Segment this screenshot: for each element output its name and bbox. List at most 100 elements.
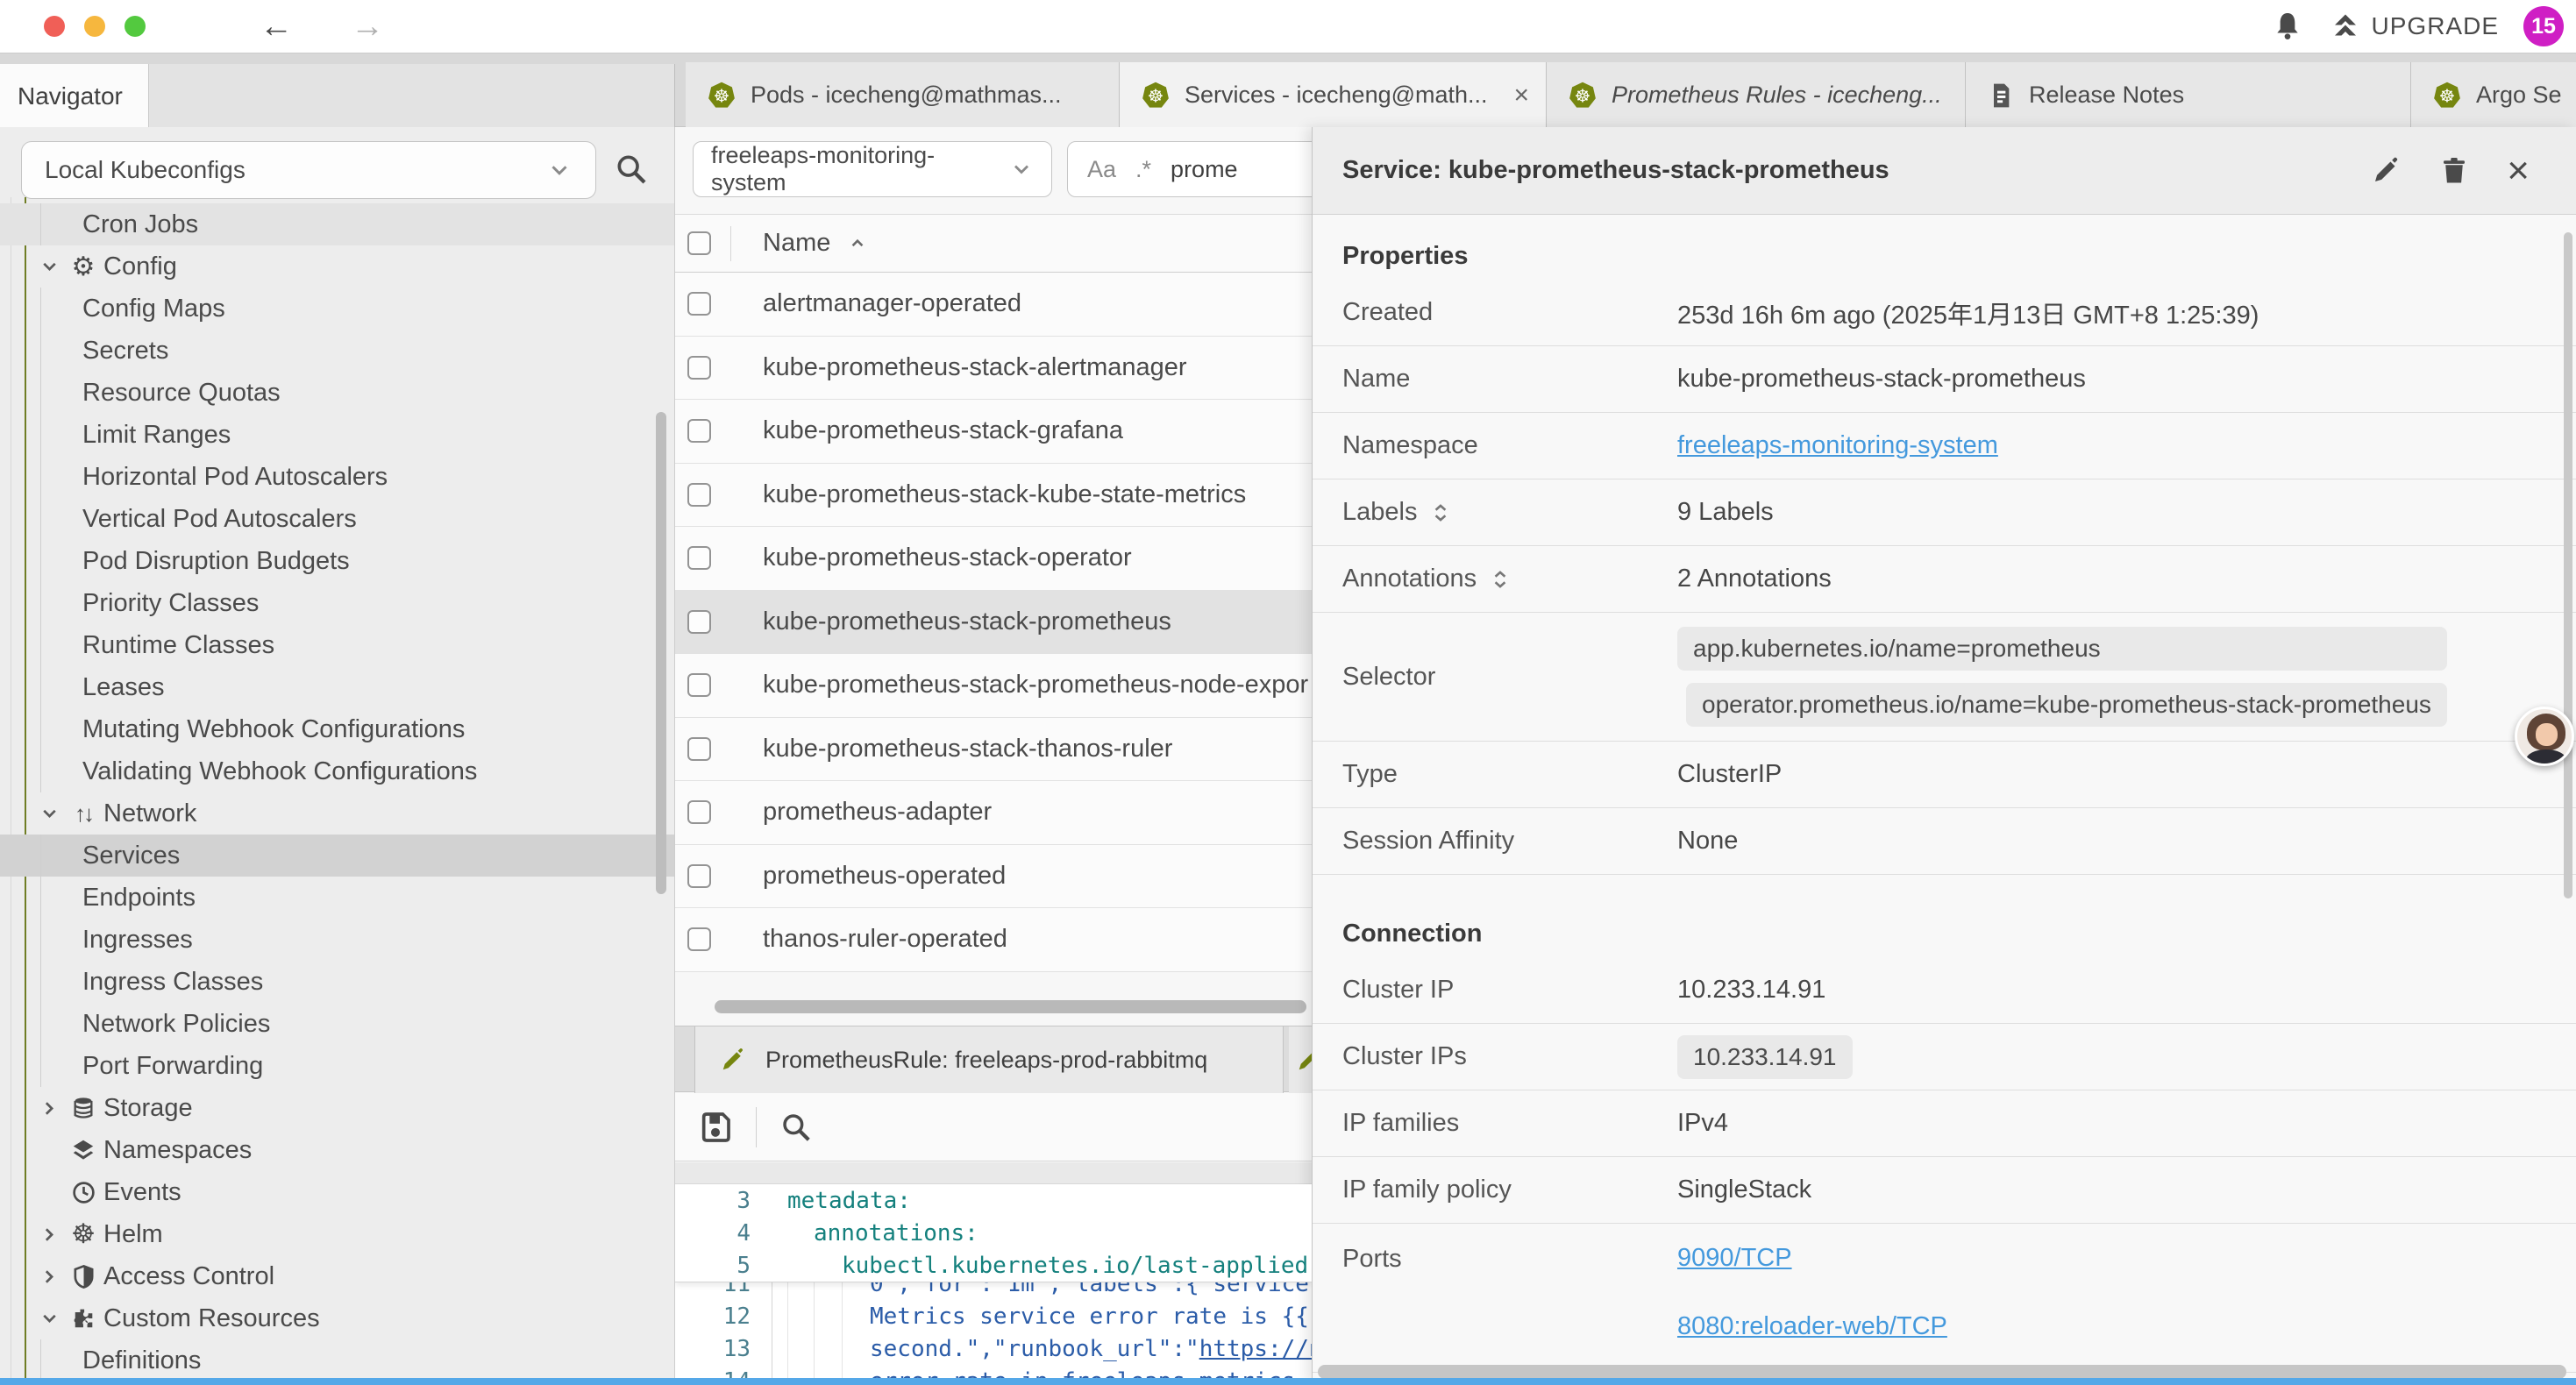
detail-value: IPv4	[1677, 1109, 1728, 1138]
sidebar-item-cron-jobs[interactable]: Cron Jobs	[0, 203, 675, 245]
editor-tab-partial[interactable]	[1289, 1026, 1312, 1093]
sidebar-item-resource-quotas[interactable]: Resource Quotas	[0, 372, 675, 414]
table-row-kube-prometheus-stack-prometheus[interactable]: kube-prometheus-stack-prometheus	[675, 591, 1312, 655]
row-checkbox[interactable]	[687, 927, 711, 951]
bell-icon[interactable]	[2270, 9, 2305, 44]
forward-arrow-icon[interactable]: →	[351, 5, 384, 47]
table-row-kube-prometheus-stack-kube-state-metrics[interactable]: kube-prometheus-stack-kube-state-metrics	[675, 464, 1312, 528]
table-horizontal-scrollbar[interactable]	[715, 1000, 1306, 1013]
table-search-input[interactable]: Aa .* prome	[1067, 141, 1312, 197]
table-row-kube-prometheus-stack-prometheus-node-expor[interactable]: kube-prometheus-stack-prometheus-node-ex…	[675, 654, 1312, 718]
sidebar-item-access-control[interactable]: Access Control	[0, 1255, 675, 1297]
document-tab-4[interactable]: Release Notes	[1966, 62, 2411, 128]
kubeconfig-select[interactable]: Local Kubeconfigs	[21, 141, 596, 199]
row-checkbox[interactable]	[687, 483, 711, 507]
row-checkbox[interactable]	[687, 356, 711, 380]
table-row-kube-prometheus-stack-thanos-ruler[interactable]: kube-prometheus-stack-thanos-ruler	[675, 718, 1312, 782]
table-row-alertmanager-operated[interactable]: alertmanager-operated	[675, 273, 1312, 337]
sidebar-item-config-maps[interactable]: Config Maps	[0, 288, 675, 330]
document-tab-3[interactable]: ☸Prometheus Rules - icecheng...	[1547, 62, 1966, 128]
assistant-avatar[interactable]	[2515, 707, 2574, 766]
expander-icon[interactable]	[1489, 568, 1512, 591]
sidebar-item-validating-webhook-configurations[interactable]: Validating Webhook Configurations	[0, 750, 675, 792]
tree-item-label: Endpoints	[82, 884, 196, 913]
sidebar-item-ingresses[interactable]: Ingresses	[0, 919, 675, 961]
sidebar-item-ingress-classes[interactable]: Ingress Classes	[0, 961, 675, 1003]
editor-tab-prometheusrule[interactable]: PrometheusRule: freeleaps-prod-rabbitmq	[694, 1026, 1284, 1093]
sidebar-item-definitions[interactable]: Definitions	[0, 1339, 675, 1381]
tab-close-icon[interactable]: ×	[1514, 81, 1530, 110]
back-arrow-icon[interactable]: ←	[260, 5, 293, 47]
row-checkbox[interactable]	[687, 419, 711, 443]
avatar-notification-badge[interactable]: 15	[2523, 6, 2564, 46]
row-checkbox[interactable]	[687, 800, 711, 824]
upgrade-button[interactable]: UPGRADE	[2330, 11, 2499, 42]
layers-icon	[70, 1137, 96, 1163]
port-row: 8080:reloader-web/TCPForward...	[1677, 1292, 2576, 1360]
regex-icon[interactable]: .*	[1135, 156, 1151, 183]
table-row-kube-prometheus-stack-grafana[interactable]: kube-prometheus-stack-grafana	[675, 400, 1312, 464]
service-name: kube-prometheus-stack-prometheus	[763, 607, 1171, 636]
sidebar-item-mutating-webhook-configurations[interactable]: Mutating Webhook Configurations	[0, 708, 675, 750]
resource-tree: Cron Jobs⚙ConfigConfig MapsSecretsResour…	[0, 203, 675, 1381]
expander-icon[interactable]	[1429, 501, 1452, 524]
row-checkbox[interactable]	[687, 292, 711, 316]
table-row-prometheus-operated[interactable]: prometheus-operated	[675, 845, 1312, 909]
document-tab-1[interactable]: ☸Pods - icecheng@mathmas...	[686, 62, 1120, 128]
namespace-select[interactable]: freeleaps-monitoring-system	[693, 141, 1052, 197]
row-checkbox[interactable]	[687, 673, 711, 697]
sidebar-item-services[interactable]: Services	[0, 835, 675, 877]
sidebar-item-horizontal-pod-autoscalers[interactable]: Horizontal Pod Autoscalers	[0, 456, 675, 498]
detail-vertical-scrollbar[interactable]	[2564, 232, 2572, 898]
sidebar-item-storage[interactable]: Storage	[0, 1087, 675, 1129]
row-checkbox[interactable]	[687, 546, 711, 570]
sidebar-item-endpoints[interactable]: Endpoints	[0, 877, 675, 919]
sidebar-scrollbar[interactable]	[656, 412, 666, 894]
toolbar-divider	[756, 1107, 757, 1147]
sidebar-item-pod-disruption-budgets[interactable]: Pod Disruption Budgets	[0, 540, 675, 582]
sidebar-item-namespaces[interactable]: Namespaces	[0, 1129, 675, 1171]
table-row-kube-prometheus-stack-alertmanager[interactable]: kube-prometheus-stack-alertmanager	[675, 337, 1312, 401]
table-row-prometheus-adapter[interactable]: prometheus-adapter	[675, 781, 1312, 845]
table-row-thanos-ruler-operated[interactable]: thanos-ruler-operated	[675, 908, 1312, 972]
sidebar-item-port-forwarding[interactable]: Port Forwarding	[0, 1045, 675, 1087]
column-header-name[interactable]: Name	[763, 229, 869, 258]
port-link[interactable]: 9090/TCP	[1677, 1244, 1792, 1273]
sidebar-item-runtime-classes[interactable]: Runtime Classes	[0, 624, 675, 666]
sidebar-item-helm[interactable]: ☸Helm	[0, 1213, 675, 1255]
delete-icon[interactable]	[2438, 155, 2470, 187]
sidebar-item-network[interactable]: ↑↓Network	[0, 792, 675, 835]
table-row-kube-prometheus-stack-operator[interactable]: kube-prometheus-stack-operator	[675, 527, 1312, 591]
sidebar-item-limit-ranges[interactable]: Limit Ranges	[0, 414, 675, 456]
detail-horizontal-scrollbar[interactable]	[1318, 1365, 2566, 1379]
row-checkbox[interactable]	[687, 864, 711, 888]
match-case-icon[interactable]: Aa	[1087, 156, 1116, 183]
row-checkbox[interactable]	[687, 737, 711, 761]
select-all-checkbox[interactable]	[687, 231, 711, 255]
sidebar-item-config[interactable]: ⚙Config	[0, 245, 675, 288]
sidebar-item-events[interactable]: Events	[0, 1171, 675, 1213]
save-icon[interactable]	[698, 1110, 733, 1145]
edit-icon[interactable]	[2370, 155, 2402, 187]
row-checkbox[interactable]	[687, 610, 711, 634]
sidebar-item-priority-classes[interactable]: Priority Classes	[0, 582, 675, 624]
port-link[interactable]: 8080:reloader-web/TCP	[1677, 1312, 1947, 1341]
sidebar-item-network-policies[interactable]: Network Policies	[0, 1003, 675, 1045]
sidebar-item-vertical-pod-autoscalers[interactable]: Vertical Pod Autoscalers	[0, 498, 675, 540]
sidebar-item-custom-resources[interactable]: Custom Resources	[0, 1297, 675, 1339]
document-tab-2[interactable]: ☸Services - icecheng@math...×	[1120, 62, 1547, 128]
close-icon[interactable]: ×	[2507, 152, 2530, 190]
traffic-light-maximize[interactable]	[125, 16, 146, 37]
tree-item-label: Pod Disruption Budgets	[82, 547, 350, 576]
document-tab-5[interactable]: ☸Argo Se	[2411, 62, 2576, 128]
editor-search-icon[interactable]	[779, 1111, 813, 1144]
yaml-editor[interactable]: 3metadata:4annotations:5kubectl.kubernet…	[675, 1184, 1312, 1385]
traffic-light-minimize[interactable]	[84, 16, 105, 37]
traffic-light-close[interactable]	[44, 16, 65, 37]
code-link[interactable]: https://net	[1199, 1336, 1312, 1362]
search-icon[interactable]	[614, 152, 649, 187]
tab-navigator[interactable]: Navigator	[0, 64, 149, 128]
namespace-link[interactable]: freeleaps-monitoring-system	[1677, 431, 1998, 460]
sidebar-item-leases[interactable]: Leases	[0, 666, 675, 708]
sidebar-item-secrets[interactable]: Secrets	[0, 330, 675, 372]
